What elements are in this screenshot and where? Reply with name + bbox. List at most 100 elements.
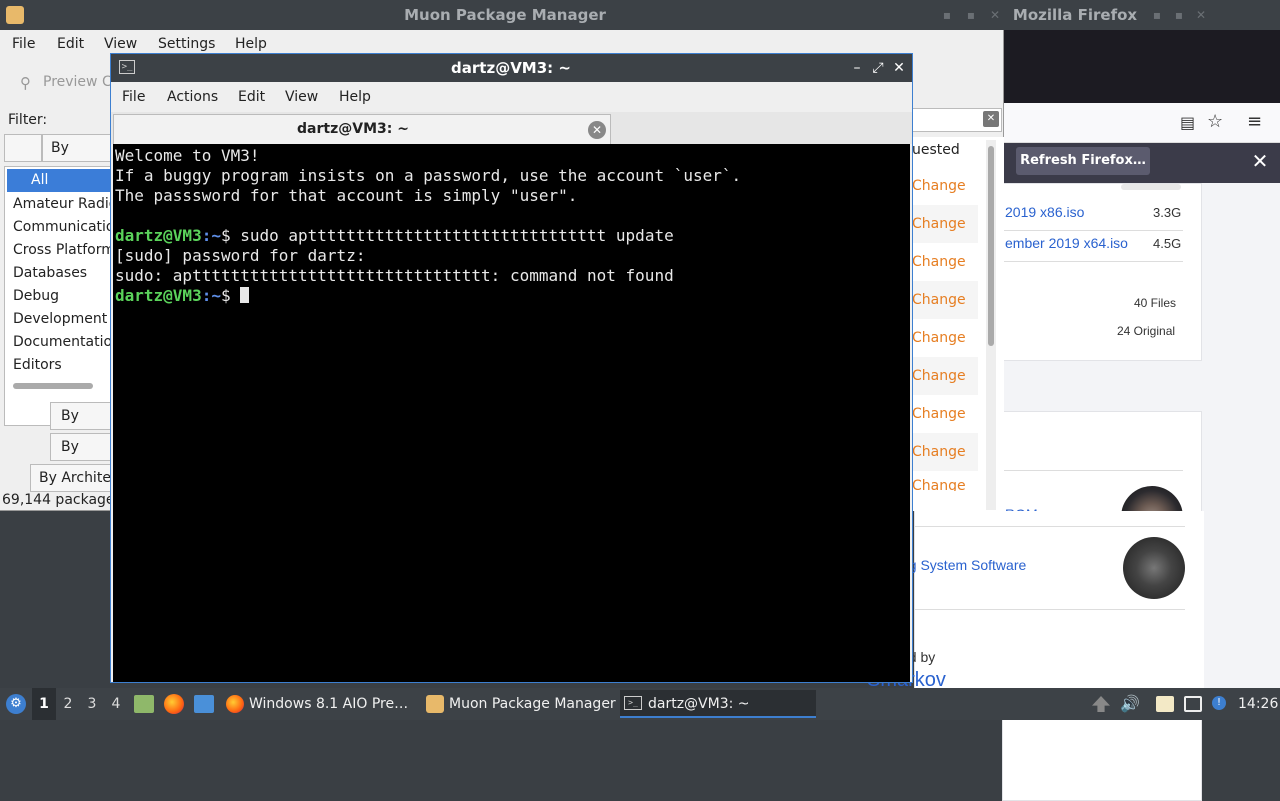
change-link[interactable]: Change	[912, 471, 978, 491]
network-icon[interactable]	[1184, 696, 1202, 712]
category-item[interactable]: Amateur Radio	[9, 193, 113, 216]
category-item[interactable]: Editors	[9, 354, 113, 377]
change-link[interactable]: Change	[912, 205, 978, 243]
related-link[interactable]: ng System Software	[901, 557, 1026, 573]
workspace-4[interactable]: 4	[104, 688, 128, 720]
muon-menu-file[interactable]: File	[12, 36, 35, 52]
ff-maximize-icon[interactable]: ▪	[1172, 8, 1186, 22]
category-item[interactable]: Communication	[9, 216, 113, 239]
firefox-icon	[226, 695, 244, 713]
notification-close-icon[interactable]: ✕	[1248, 149, 1272, 173]
workspace-1[interactable]: 1	[32, 688, 56, 720]
reader-view-icon[interactable]: ▤	[1180, 113, 1195, 132]
prompt-symbol: $	[220, 286, 241, 305]
prompt-symbol: $	[220, 226, 241, 245]
workspace-2[interactable]: 2	[56, 688, 80, 720]
file-link[interactable]: 2019 x86.iso	[1005, 204, 1084, 220]
tab-by-category[interactable]: By Categ	[42, 134, 112, 182]
notification-icon[interactable]: !	[1212, 696, 1226, 710]
category-item[interactable]: Development	[9, 308, 113, 331]
firefox-launcher-icon[interactable]	[164, 694, 184, 714]
change-link[interactable]: Change	[912, 357, 978, 395]
search-icon: ⚲	[20, 74, 31, 92]
change-link[interactable]: Change	[912, 243, 978, 281]
muon-menu-help[interactable]: Help	[235, 36, 267, 52]
prompt-path: :~	[201, 286, 221, 305]
refresh-firefox-button[interactable]: Refresh Firefox…	[1016, 147, 1150, 175]
terminal-titlebar[interactable]: >_ dartz@VM3: ~ – ⤢ ✕	[111, 54, 912, 82]
task-firefox[interactable]: Windows 8.1 AIO Pre…	[222, 690, 414, 718]
terminal-menubar	[111, 82, 912, 112]
tab-by-origin[interactable]: By Orig	[50, 433, 112, 481]
minimize-icon[interactable]: –	[847, 58, 867, 78]
clipboard-icon[interactable]	[1156, 696, 1174, 712]
muon-menu-edit[interactable]: Edit	[57, 36, 84, 52]
preview-changes-button[interactable]: Preview C	[43, 74, 112, 90]
ff-close-icon[interactable]: ✕	[1194, 8, 1208, 22]
change-link[interactable]: Change	[912, 319, 978, 357]
vertical-scrollbar[interactable]	[986, 140, 996, 510]
category-item[interactable]: Debug	[9, 285, 113, 308]
prompt-user: dartz@VM3	[115, 286, 202, 305]
file-manager-icon[interactable]	[134, 695, 154, 713]
package-count-status: 69,144 packages	[2, 492, 122, 508]
muon-window-title: Muon Package Manager	[404, 6, 606, 24]
column-header-requested[interactable]: uested	[912, 142, 960, 158]
maximize-icon[interactable]: ▪	[964, 8, 978, 22]
volume-icon[interactable]: 🔊	[1120, 694, 1140, 713]
show-desktop-icon[interactable]	[194, 695, 214, 713]
close-icon[interactable]: ✕	[988, 8, 1002, 22]
thumbnail-image	[1123, 537, 1185, 599]
terminal-window-title: dartz@VM3: ~	[451, 59, 571, 77]
category-item[interactable]: Cross Platform	[9, 239, 113, 262]
terminal-app-icon: >_	[119, 60, 135, 74]
ff-lower-content: ng System Software ed by Smarkov	[867, 511, 1204, 691]
hamburger-menu-icon[interactable]: ≡	[1247, 111, 1262, 132]
task-terminal[interactable]: >_ dartz@VM3: ~	[620, 690, 816, 718]
file-size: 3.3G	[1153, 205, 1182, 220]
ff-minimize-icon[interactable]: ▪	[1150, 8, 1164, 22]
terminal-prompt-line: dartz@VM3:~$	[115, 286, 250, 306]
tab-close-icon[interactable]: ✕	[588, 121, 606, 139]
file-count: 40 Files	[1134, 296, 1177, 310]
terminal-tab-label: dartz@VM3: ~	[297, 121, 409, 137]
close-icon[interactable]: ✕	[889, 58, 909, 78]
tab-by-architecture[interactable]: By Archite	[30, 464, 112, 492]
terminal-output[interactable]: Welcome to VM3! If a buggy program insis…	[113, 144, 910, 682]
category-list: All Amateur Radio Communication Cross Pl…	[4, 166, 113, 426]
clear-search-icon[interactable]: ✕	[983, 111, 999, 127]
workspace-3[interactable]: 3	[80, 688, 104, 720]
file-link[interactable]: ember 2019 x64.iso	[1005, 235, 1128, 251]
start-menu-icon[interactable]: ⚙	[6, 694, 26, 714]
terminal-menu-file[interactable]: File	[122, 89, 145, 105]
terminal-menu-view[interactable]: View	[285, 89, 318, 105]
muon-menu-settings[interactable]: Settings	[158, 36, 215, 52]
change-link[interactable]: Change	[912, 395, 978, 433]
task-label: Windows 8.1 AIO Pre…	[249, 696, 409, 712]
terminal-tab[interactable]: dartz@VM3: ~ ✕	[113, 114, 611, 144]
terminal-line: If a buggy program insists on a password…	[115, 166, 742, 185]
muon-icon	[426, 695, 444, 713]
prompt-user: dartz@VM3	[115, 226, 202, 245]
terminal-menu-help[interactable]: Help	[339, 89, 371, 105]
muon-app-icon	[6, 6, 24, 24]
change-link[interactable]: Change	[912, 281, 978, 319]
category-item[interactable]: Documentation	[9, 331, 113, 354]
task-muon[interactable]: Muon Package Manager	[422, 690, 618, 718]
ff-tabstrip	[1004, 30, 1280, 103]
maximize-icon[interactable]: ⤢	[868, 58, 888, 78]
package-search-input[interactable]: ✕	[912, 108, 1002, 132]
minimize-icon[interactable]: ▪	[940, 8, 954, 22]
firefox-window-title: Mozilla Firefox	[1012, 6, 1138, 24]
change-link[interactable]: Change	[912, 433, 978, 471]
horizontal-scrollbar[interactable]	[13, 383, 93, 389]
category-item[interactable]: Databases	[9, 262, 113, 285]
bookmark-star-icon[interactable]: ☆	[1207, 111, 1223, 132]
muon-menu-view[interactable]: View	[104, 36, 137, 52]
change-link[interactable]: Change	[912, 167, 978, 205]
category-item[interactable]: All	[7, 169, 111, 192]
terminal-menu-edit[interactable]: Edit	[238, 89, 265, 105]
filter-label: Filter:	[8, 112, 48, 128]
terminal-menu-actions[interactable]: Actions	[167, 89, 218, 105]
tab-by-status[interactable]: By Stat	[50, 402, 112, 450]
